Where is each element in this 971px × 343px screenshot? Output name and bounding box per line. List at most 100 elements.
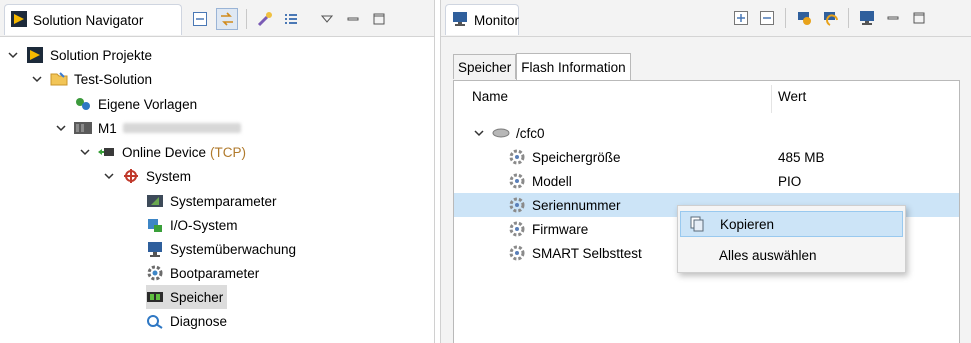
monitor-header: Monitor [441, 0, 971, 37]
tree-label: Solution Projekte [50, 47, 153, 63]
table-row[interactable]: Speichergröße 485 MB [508, 145, 959, 169]
monitor-toolbar [731, 8, 929, 28]
link-editor-icon[interactable] [216, 8, 238, 30]
collapse-all-icon[interactable] [190, 9, 210, 29]
monitor-icon[interactable] [857, 8, 877, 28]
toolbar-separator [246, 9, 247, 29]
context-menu: Kopieren Alles auswählen [677, 205, 906, 273]
tree-label: Systemüberwachung [170, 241, 297, 257]
column-header-value[interactable]: Wert [778, 89, 806, 104]
view-menu-icon[interactable] [317, 9, 337, 29]
tab-label: Solution Navigator [33, 12, 144, 28]
gear-icon [508, 245, 526, 261]
tree-label: M1 [98, 120, 117, 136]
folder-icon [50, 71, 68, 87]
drive-label: /cfc0 [516, 125, 545, 141]
tab-speicher[interactable]: Speicher [453, 54, 517, 79]
controller-icon [74, 120, 92, 136]
toolbar-separator [848, 8, 849, 28]
toolbar-separator [785, 8, 786, 28]
expand-all-icon[interactable] [731, 8, 751, 28]
row-name: Modell [532, 173, 572, 189]
row-name: Firmware [532, 221, 589, 237]
navigator-toolbar [190, 8, 389, 30]
tree-item-online-device[interactable]: Online Device (TCP) [78, 140, 246, 164]
system-icon [122, 168, 140, 184]
drive-icon [492, 125, 510, 141]
protocol-label: (TCP) [210, 144, 247, 160]
column-divider[interactable] [771, 85, 772, 113]
table-row-drive[interactable]: /cfc0 [472, 121, 959, 145]
tree-item-speicher[interactable]: Speicher [146, 285, 228, 309]
monitor-icon [146, 241, 164, 257]
tree-item-systemparameter[interactable]: Systemparameter [146, 189, 277, 213]
tree-item-system[interactable]: System [102, 164, 191, 188]
redacted-serial [122, 123, 241, 133]
gear-icon [146, 265, 164, 281]
tree-item-test-solution[interactable]: Test-Solution [30, 67, 152, 91]
minimize-icon[interactable] [883, 8, 903, 28]
chevron-down-icon[interactable] [30, 72, 44, 86]
solution-tree: Solution Projekte Test-Solution Eigene V… [0, 37, 434, 343]
templates-icon [74, 96, 92, 112]
row-name: Seriennummer [532, 197, 621, 213]
minimize-icon[interactable] [343, 9, 363, 29]
gear-icon [508, 173, 526, 189]
tree-item-solution-projekte[interactable]: Solution Projekte [6, 43, 152, 67]
chevron-down-icon[interactable] [6, 48, 20, 62]
tree-item-m1[interactable]: M1 [54, 116, 241, 140]
tree-label: I/O-System [170, 217, 238, 233]
column-header-name[interactable]: Name [472, 89, 508, 104]
memory-icon [146, 289, 164, 305]
row-value: PIO [778, 173, 802, 189]
row-value: 485 MB [778, 149, 825, 165]
tree-label: Test-Solution [74, 71, 153, 87]
gear-icon [508, 197, 526, 213]
gear-icon [508, 149, 526, 165]
menu-item-alles-auswaehlen[interactable]: Alles auswählen [680, 242, 903, 268]
tree-label: Systemparameter [170, 193, 277, 209]
menu-item-label: Alles auswählen [719, 247, 817, 263]
system-parameters-icon [146, 193, 164, 209]
online-device-icon [98, 144, 116, 160]
solution-projects-icon [26, 47, 44, 63]
menu-item-kopieren[interactable]: Kopieren [680, 211, 903, 237]
solution-navigator-header: Solution Navigator [0, 0, 434, 37]
tree-label: Online Device [122, 144, 207, 160]
chevron-down-icon[interactable] [78, 145, 92, 159]
tree-label: Speicher [170, 289, 224, 305]
tab-monitor[interactable]: Monitor [445, 4, 519, 35]
gear-icon [508, 221, 526, 237]
tree-item-eigene-vorlagen[interactable]: Eigene Vorlagen [74, 92, 197, 116]
tree-item-diagnose[interactable]: Diagnose [146, 309, 227, 333]
maximize-icon[interactable] [909, 8, 929, 28]
diagnose-icon [146, 313, 164, 329]
list-icon[interactable] [281, 9, 301, 29]
monitor-sub-tabs: Speicher Flash Information [453, 53, 631, 80]
copy-icon [689, 216, 705, 235]
tree-label: Bootparameter [170, 265, 260, 281]
maximize-icon[interactable] [369, 9, 389, 29]
tab-flash-information[interactable]: Flash Information [516, 53, 631, 80]
tree-item-io-system[interactable]: I/O-System [146, 213, 238, 237]
monitor-view: Monitor Speicher Flash Information Name … [440, 0, 971, 343]
tools-icon[interactable] [255, 9, 275, 29]
tree-item-bootparameter[interactable]: Bootparameter [146, 261, 259, 285]
io-system-icon [146, 217, 164, 233]
tab-solution-navigator[interactable]: Solution Navigator [4, 4, 182, 35]
chevron-down-icon[interactable] [102, 169, 116, 183]
table-row[interactable]: Modell PIO [508, 169, 959, 193]
solution-navigator-logo-icon [11, 10, 27, 30]
tree-label: Diagnose [170, 313, 228, 329]
tree-label: System [146, 168, 192, 184]
connect-icon[interactable] [794, 8, 814, 28]
chevron-down-icon[interactable] [472, 126, 486, 140]
solution-navigator-view: Solution Navigator Solution Projekte Tes… [0, 0, 435, 343]
tree-item-systemueberwachung[interactable]: Systemüberwachung [146, 237, 296, 261]
collapse-all-icon[interactable] [757, 8, 777, 28]
tree-label: Eigene Vorlagen [98, 96, 198, 112]
menu-item-label: Kopieren [720, 216, 775, 232]
refresh-icon[interactable] [820, 8, 840, 28]
row-name: Speichergröße [532, 149, 621, 165]
chevron-down-icon[interactable] [54, 121, 68, 135]
